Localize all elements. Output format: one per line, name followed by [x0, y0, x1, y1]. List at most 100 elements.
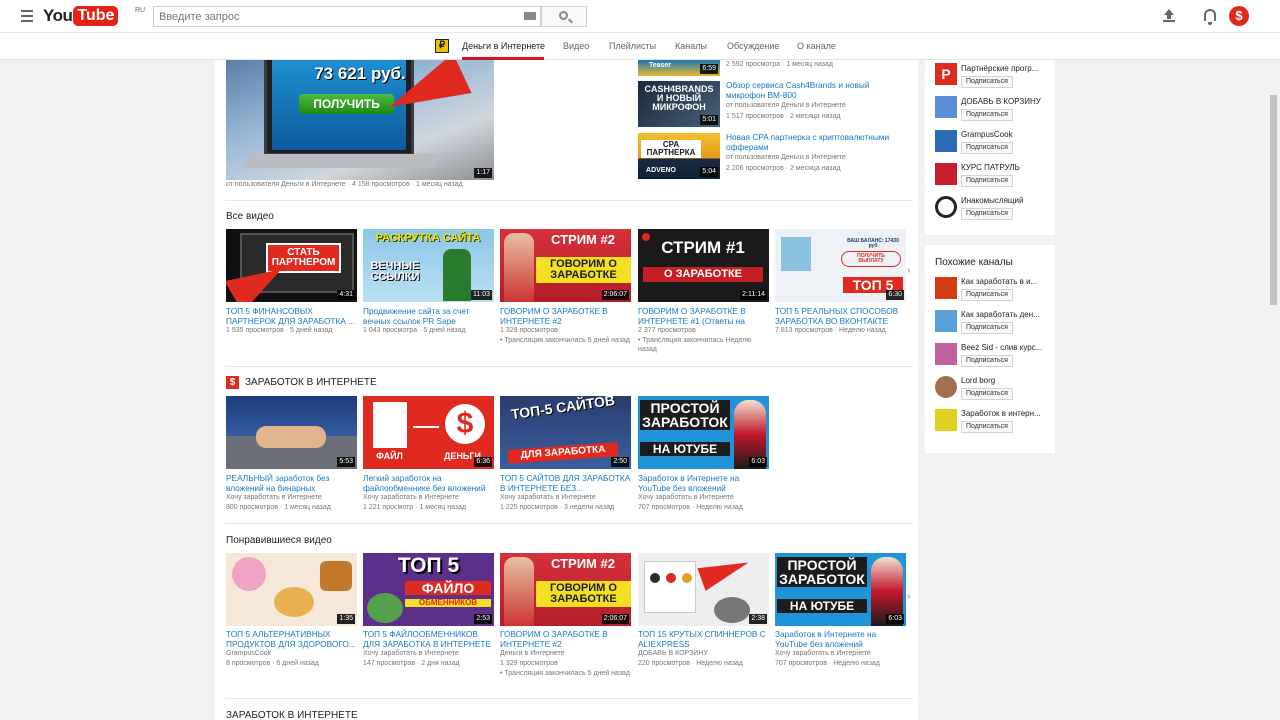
divider	[225, 200, 913, 201]
divider	[225, 523, 913, 524]
video-title[interactable]: ТОП 15 КРУТЫХ СПИННЕРОВ С ALIEXPRESS	[638, 629, 769, 649]
video-thumb[interactable]: РАСКРУТКА САЙТА ВЕЧНЫЕ ССЫЛКИ 11:03	[363, 229, 494, 302]
subscribe-button[interactable]: Подписаться	[961, 289, 1013, 301]
video-title[interactable]: Заработок в Интернете на YouTube без вло…	[775, 629, 906, 649]
channel-name[interactable]: Как заработать ден...	[961, 310, 1051, 319]
video-title[interactable]: ГОВОРИМ О ЗАРАБОТКЕ В ИНТЕРНЕТЕ #2	[500, 629, 631, 649]
channel-avatar[interactable]	[935, 130, 957, 152]
video-title[interactable]: Заработок в Интернете на YouTube без вло…	[638, 473, 769, 493]
featured-list-thumb-1[interactable]: Teaser 6:59	[638, 60, 720, 76]
search-button[interactable]	[541, 6, 587, 27]
video-thumb[interactable]: ТОП-5 САЙТОВ ДЛЯ ЗАРАБОТКА 2:50	[500, 396, 631, 469]
duration-badge: 1:17	[474, 168, 492, 178]
masthead: You Tube RU $	[0, 0, 1280, 33]
video-title[interactable]: ТОП 5 ФИНАНСОВЫХ ПАРТНЕРОК ДЛЯ ЗАРАБОТКА…	[226, 306, 357, 326]
channel-avatar[interactable]	[935, 343, 957, 365]
channel-name[interactable]: Партнёрские прогр...	[961, 64, 1051, 73]
subscribe-button[interactable]: Подписаться	[961, 175, 1013, 187]
tab-videos[interactable]: Видео	[563, 41, 589, 51]
channel-name[interactable]: ДОБАВЬ В КОРЗИНУ	[961, 97, 1051, 106]
channel-ruble-icon[interactable]: ₽	[435, 39, 449, 53]
dollar-icon: $	[226, 376, 239, 389]
tab-channels[interactable]: Каналы	[675, 41, 707, 51]
search-input[interactable]	[154, 7, 514, 27]
channel-avatar[interactable]	[935, 376, 957, 398]
channel-name[interactable]: Beez Sid - слив курс...	[961, 343, 1051, 352]
channel-avatar[interactable]: P	[935, 63, 957, 85]
search-box	[153, 6, 541, 27]
channel-name[interactable]: Инакомыслящий	[961, 196, 1051, 205]
video-thumb[interactable]: 2:38	[638, 553, 769, 626]
channel-avatar[interactable]	[935, 96, 957, 118]
featured-list-title-3[interactable]: Новая CPA партнерка с криптовалютными оф…	[726, 132, 906, 152]
shelf-next-arrow[interactable]: ›	[907, 591, 910, 602]
keyboard-icon[interactable]	[524, 12, 536, 20]
menu-icon[interactable]	[21, 10, 33, 22]
featured-list-title-2[interactable]: Обзор сервиса Cash4Brands и новый микроф…	[726, 80, 906, 100]
video-thumb[interactable]: ПРОСТОЙ ЗАРАБОТОК НА ЮТУБЕ 6:03	[638, 396, 769, 469]
tab-home[interactable]: Деньги в Интернете	[462, 41, 545, 51]
subscribe-button[interactable]: Подписаться	[961, 421, 1013, 433]
subscribe-button[interactable]: Подписаться	[961, 109, 1013, 121]
featured-video-thumbnail[interactable]: 73 621 руб. ПОЛУЧИТЬ 1:17	[226, 60, 494, 180]
channel-avatar[interactable]	[935, 409, 957, 431]
scrollbar-thumb[interactable]	[1270, 95, 1277, 305]
channel-name[interactable]: Заработок в интерн...	[961, 409, 1051, 418]
channel-avatar[interactable]	[935, 310, 957, 332]
section-title-all-videos[interactable]: Все видео	[226, 211, 274, 222]
video-thumb[interactable]: ВАШ БАЛАНС: 17430 руб ПОЛУЧИТЬ ВЫПЛАТУ Т…	[775, 229, 906, 302]
video-thumb[interactable]: 5:53	[226, 396, 357, 469]
section-title-earnings[interactable]: ЗАРАБОТОК В ИНТЕРНЕТЕ	[245, 377, 377, 388]
featured-list-thumb-2[interactable]: CASH4BRANDS И НОВЫЙ МИКРОФОН 5:01	[638, 81, 720, 127]
video-title[interactable]: Легкий заработок на файлообменнике без в…	[363, 473, 494, 493]
section-title-earnings-2[interactable]: ЗАРАБОТОК В ИНТЕРНЕТЕ	[226, 710, 358, 720]
featured-list-meta-1: 2 592 просмотра · 1 месяц назад	[726, 61, 833, 68]
video-thumb[interactable]: ТОП 5 ФАЙЛО ОБМЕННИКОВ 2:53	[363, 553, 494, 626]
youtube-logo[interactable]: You Tube RU	[43, 5, 145, 27]
video-title[interactable]: РЕАЛЬНЫЙ заработок без вложений на бинар…	[226, 473, 357, 493]
subscribe-button[interactable]: Подписаться	[961, 322, 1013, 334]
subscribe-button[interactable]: Подписаться	[961, 388, 1013, 400]
search-icon	[559, 11, 568, 20]
video-title[interactable]: ТОП 5 АЛЬТЕРНАТИВНЫХ ПРОДУКТОВ ДЛЯ ЗДОРО…	[226, 629, 357, 649]
section-title-liked-videos[interactable]: Понравившиеся видео	[226, 535, 332, 546]
featured-thumb-button: ПОЛУЧИТЬ	[299, 94, 394, 114]
channel-avatar[interactable]	[935, 196, 957, 218]
featured-channels-panel: P Партнёрские прогр... Подписаться ДОБАВ…	[925, 60, 1055, 235]
channel-nav: ₽ Деньги в Интернете Видео Плейлисты Кан…	[0, 33, 1280, 60]
subscribe-button[interactable]: Подписаться	[961, 355, 1013, 367]
subscribe-button[interactable]: Подписаться	[961, 208, 1013, 220]
video-thumb[interactable]: СТРИМ #1 О ЗАРАБОТКЕ 2:11:14	[638, 229, 769, 302]
channel-name[interactable]: Lord borg	[961, 376, 1051, 385]
page-scrollbar[interactable]	[1268, 60, 1280, 720]
channel-name[interactable]: Как заработать в и...	[961, 277, 1051, 286]
video-title[interactable]: ТОП 5 САЙТОВ ДЛЯ ЗАРАБОТКА В ИНТЕРНЕТЕ Б…	[500, 473, 631, 493]
featured-list-thumb-3[interactable]: CPA ПАРТНЕРКА ADVENO 5:04	[638, 133, 720, 179]
account-avatar[interactable]: $	[1229, 6, 1249, 26]
channel-name[interactable]: КУРС ПАТРУЛЬ	[961, 163, 1051, 172]
subscribe-button[interactable]: Подписаться	[961, 76, 1013, 88]
tab-playlists[interactable]: Плейлисты	[609, 41, 656, 51]
upload-icon-base	[1163, 20, 1175, 22]
video-thumb[interactable]: СТРИМ #2 ГОВОРИМ О ЗАРАБОТКЕ 2:06:07	[500, 229, 631, 302]
video-thumb[interactable]: СТАТЬ ПАРТНЕРОМ 4:31	[226, 229, 357, 302]
video-thumb[interactable]: СТРИМ #2 ГОВОРИМ О ЗАРАБОТКЕ 2:06:07	[500, 553, 631, 626]
video-thumb[interactable]: $ ФАЙЛ ДЕНЬГИ 6:36	[363, 396, 494, 469]
video-title[interactable]: ГОВОРИМ О ЗАРАБОТКЕ В ИНТЕРНЕТЕ #2	[500, 306, 631, 326]
tab-discussion[interactable]: Обсуждение	[727, 41, 779, 51]
featured-video-meta: от пользователя Деньги в Интернете · 4 1…	[226, 181, 463, 188]
video-title[interactable]: ТОП 5 ФАЙЛООБМЕННИКОВ ДЛЯ ЗАРАБОТКА В ИН…	[363, 629, 494, 649]
channel-avatar[interactable]	[935, 277, 957, 299]
notifications-bell-icon[interactable]	[1204, 9, 1216, 25]
related-channels-title: Похожие каналы	[935, 257, 1013, 268]
subscribe-button[interactable]: Подписаться	[961, 142, 1013, 154]
video-thumb[interactable]: ПРОСТОЙ ЗАРАБОТОК НА ЮТУБЕ 6:03	[775, 553, 906, 626]
video-title[interactable]: Продвижение сайта за счет вечных ссылок …	[363, 306, 494, 326]
video-title[interactable]: ТОП 5 РЕАЛЬНЫХ СПОСОБОВ ЗАРАБОТКА ВО ВКО…	[775, 306, 906, 326]
video-title[interactable]: ГОВОРИМ О ЗАРАБОТКЕ В ИНТЕРНЕТЕ #1 (Отве…	[638, 306, 769, 326]
tab-about[interactable]: О канале	[797, 41, 836, 51]
video-thumb[interactable]: 1:35	[226, 553, 357, 626]
channel-avatar[interactable]	[935, 163, 957, 185]
shelf-next-arrow[interactable]: ›	[907, 265, 910, 276]
channel-name[interactable]: GrampusCook	[961, 130, 1051, 139]
